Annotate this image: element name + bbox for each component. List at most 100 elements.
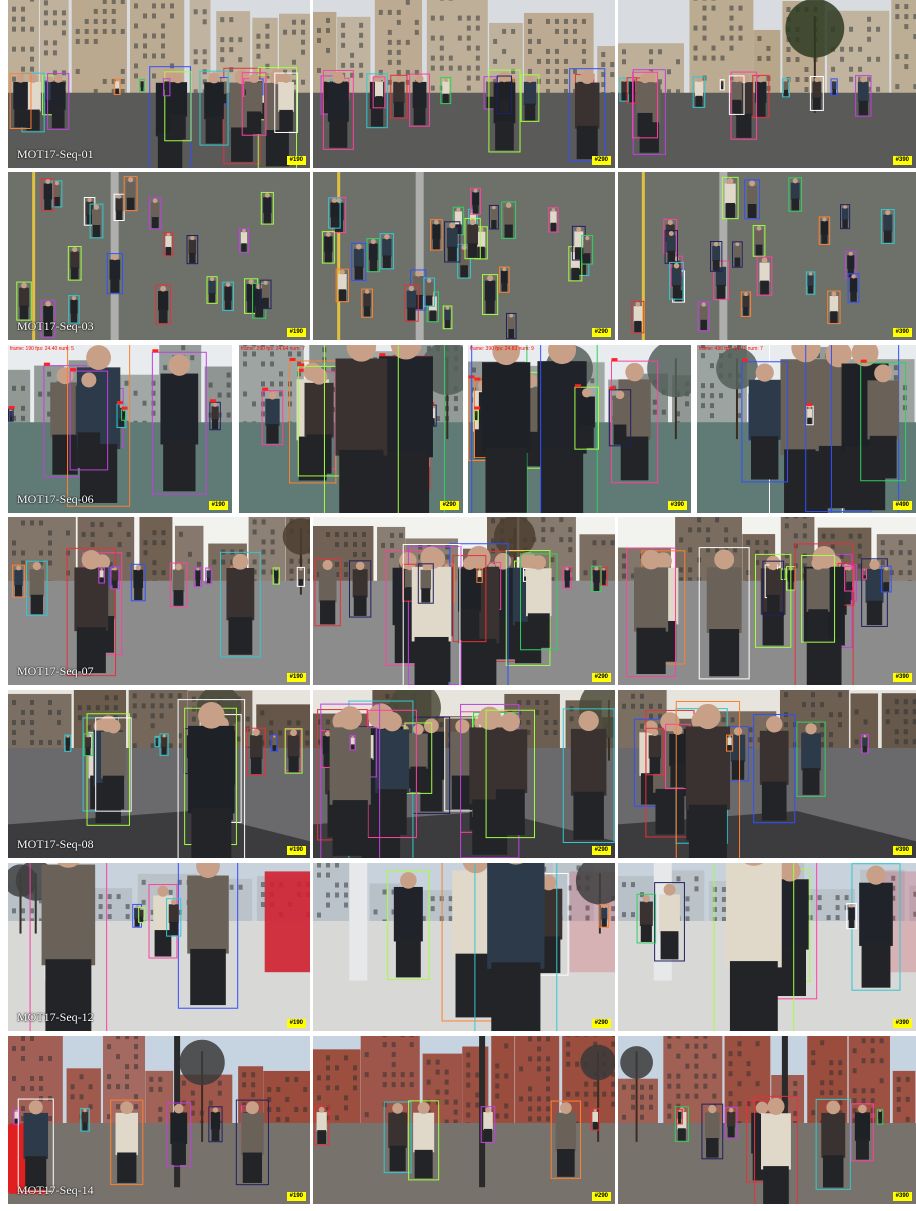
person-torso (467, 224, 478, 245)
person-torso (70, 299, 78, 314)
window (341, 32, 346, 38)
window (537, 1046, 542, 1052)
window (889, 570, 894, 576)
person-torso (731, 81, 742, 101)
window (208, 1100, 213, 1106)
window (243, 391, 247, 397)
person-torso (474, 411, 478, 417)
window (48, 699, 52, 705)
person-legs (700, 319, 707, 331)
window (84, 38, 89, 44)
window (292, 69, 297, 75)
person-legs (862, 745, 867, 753)
person-legs (241, 243, 247, 252)
window (572, 28, 577, 34)
window (170, 13, 175, 19)
window (43, 50, 48, 56)
person-torso (633, 306, 643, 322)
window (631, 1104, 635, 1110)
window (593, 1081, 598, 1087)
window (251, 1092, 256, 1098)
window (21, 908, 25, 914)
window (12, 76, 16, 82)
person-legs (485, 299, 495, 314)
person-torso (862, 737, 868, 747)
person-legs (655, 788, 685, 835)
window (685, 916, 690, 922)
person-torso (499, 81, 510, 101)
window (220, 17, 225, 23)
window (52, 70, 57, 76)
window (475, 25, 480, 31)
person-legs (667, 250, 676, 263)
person-torso (846, 570, 853, 583)
person-head (473, 188, 478, 193)
frame-number-badge: #290 (591, 328, 611, 337)
window (527, 48, 532, 54)
window (21, 520, 25, 526)
window (359, 72, 364, 78)
person-legs (413, 106, 426, 126)
window (566, 1051, 571, 1057)
person-head (885, 209, 891, 216)
window (256, 33, 261, 39)
person-legs (583, 253, 591, 264)
window (202, 19, 207, 25)
window (563, 28, 568, 34)
window (116, 1104, 121, 1110)
person-head (769, 561, 778, 571)
person-head (847, 566, 852, 571)
window (457, 65, 462, 71)
person-head (395, 75, 403, 83)
person-head (757, 75, 765, 83)
window (444, 1079, 449, 1085)
window (610, 540, 615, 546)
window (448, 916, 453, 922)
window (390, 532, 395, 538)
person-torso (379, 356, 433, 458)
box-id-tag (70, 368, 77, 372)
person-torso (126, 181, 136, 199)
window (592, 560, 597, 566)
person-torso (639, 901, 653, 926)
window (134, 3, 139, 9)
window (801, 702, 806, 708)
window (786, 47, 791, 53)
person-head (128, 177, 134, 183)
window (12, 46, 16, 52)
window (104, 705, 109, 711)
window (405, 39, 410, 45)
person-head (701, 302, 706, 307)
person-legs (883, 230, 892, 243)
window (658, 49, 662, 55)
person-torso (806, 568, 830, 612)
person-legs (807, 417, 812, 425)
person-legs (320, 600, 336, 625)
window (701, 353, 705, 359)
window (61, 30, 66, 36)
window (116, 1054, 121, 1060)
window (885, 709, 890, 715)
scene-image (468, 345, 691, 513)
window (111, 8, 116, 14)
person-torso (188, 725, 235, 814)
window (640, 723, 644, 729)
window (152, 13, 157, 19)
person-torso (375, 729, 410, 793)
frame-number-badge: #290 (591, 846, 611, 855)
person-torso (790, 182, 800, 200)
window (335, 892, 339, 898)
window (711, 55, 716, 61)
window (737, 1081, 742, 1087)
person-legs (613, 424, 627, 445)
person-head (863, 734, 867, 738)
window (784, 523, 789, 529)
window (134, 73, 139, 79)
person-head (318, 1106, 325, 1113)
person-legs (688, 804, 727, 858)
window (537, 1036, 542, 1042)
person-head (273, 735, 276, 738)
window (270, 569, 275, 575)
window (702, 5, 707, 11)
frame-panel: #390 (618, 863, 916, 1031)
